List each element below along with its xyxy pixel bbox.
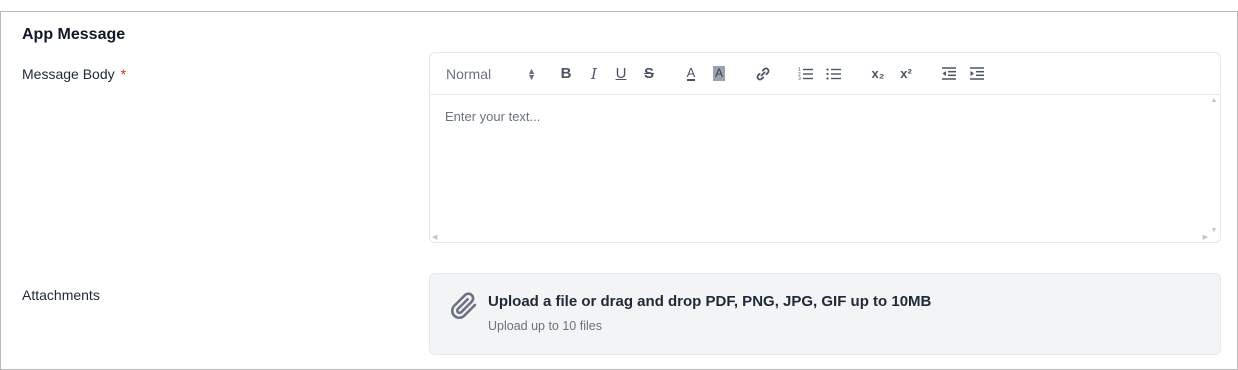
scroll-up-icon: ▲ bbox=[1210, 97, 1218, 104]
editor-placeholder: Enter your text... bbox=[445, 109, 541, 124]
strike-button[interactable]: S bbox=[639, 53, 659, 94]
ordered-list-icon: 1 2 3 bbox=[798, 67, 813, 81]
scroll-left-icon: ◀ bbox=[432, 234, 438, 241]
indent-button[interactable] bbox=[967, 53, 987, 94]
strike-icon: S bbox=[643, 65, 654, 82]
underline-button[interactable]: U bbox=[611, 53, 631, 94]
required-marker: * bbox=[120, 66, 127, 82]
italic-button[interactable]: I bbox=[584, 53, 604, 94]
format-select-value: Normal bbox=[446, 65, 492, 82]
attachments-label: Attachments bbox=[22, 287, 100, 303]
editor-toolbar: Normal ▲ ▼ B I U S A A 1 2 3 x₂ x² bbox=[430, 53, 1220, 95]
underline-icon: U bbox=[615, 65, 627, 82]
bold-button[interactable]: B bbox=[556, 53, 576, 94]
subscript-icon: x₂ bbox=[871, 66, 885, 81]
italic-icon: I bbox=[591, 64, 597, 83]
section-title: App Message bbox=[22, 26, 126, 43]
message-body-label: Message Body * bbox=[22, 66, 126, 82]
upload-title: Upload a file or drag and drop PDF, PNG,… bbox=[488, 293, 932, 310]
scroll-right-icon: ▶ bbox=[1202, 234, 1208, 241]
format-select[interactable]: Normal ▲ ▼ bbox=[446, 53, 536, 94]
svg-text:3: 3 bbox=[798, 76, 801, 81]
superscript-icon: x² bbox=[900, 66, 912, 81]
link-icon bbox=[756, 67, 770, 80]
horizontal-scrollbar[interactable]: ◀ ▶ bbox=[432, 233, 1208, 241]
ordered-list-button[interactable]: 1 2 3 bbox=[796, 53, 816, 94]
background-color-button[interactable]: A bbox=[709, 53, 729, 94]
bold-icon: B bbox=[560, 65, 572, 82]
message-body-label-text: Message Body bbox=[22, 66, 115, 82]
indent-icon bbox=[970, 67, 984, 80]
file-dropzone[interactable]: Upload a file or drag and drop PDF, PNG,… bbox=[429, 273, 1221, 355]
background-color-icon: A bbox=[712, 66, 725, 81]
outdent-icon bbox=[942, 67, 956, 80]
bullet-list-icon bbox=[826, 67, 841, 80]
rich-text-editor: Normal ▲ ▼ B I U S A A 1 2 3 x₂ x² Enter… bbox=[429, 52, 1221, 243]
app-message-panel: App Message Message Body * Normal ▲ ▼ B I … bbox=[0, 11, 1238, 370]
bullet-list-button[interactable] bbox=[824, 53, 844, 94]
superscript-button[interactable]: x² bbox=[895, 53, 917, 94]
link-button[interactable] bbox=[752, 53, 774, 94]
paperclip-icon bbox=[451, 292, 477, 319]
scroll-down-icon: ▼ bbox=[1210, 227, 1218, 234]
upload-subtitle: Upload up to 10 files bbox=[488, 319, 602, 333]
text-color-icon: A bbox=[686, 65, 696, 81]
up-down-arrows-icon: ▲ ▼ bbox=[527, 65, 536, 82]
subscript-button[interactable]: x₂ bbox=[867, 53, 889, 94]
text-color-button[interactable]: A bbox=[681, 53, 701, 94]
vertical-scrollbar[interactable]: ▲ ▼ bbox=[1210, 97, 1218, 240]
outdent-button[interactable] bbox=[939, 53, 959, 94]
editor-content-area[interactable]: Enter your text... ▲ ▼ ◀ ▶ bbox=[430, 95, 1220, 242]
